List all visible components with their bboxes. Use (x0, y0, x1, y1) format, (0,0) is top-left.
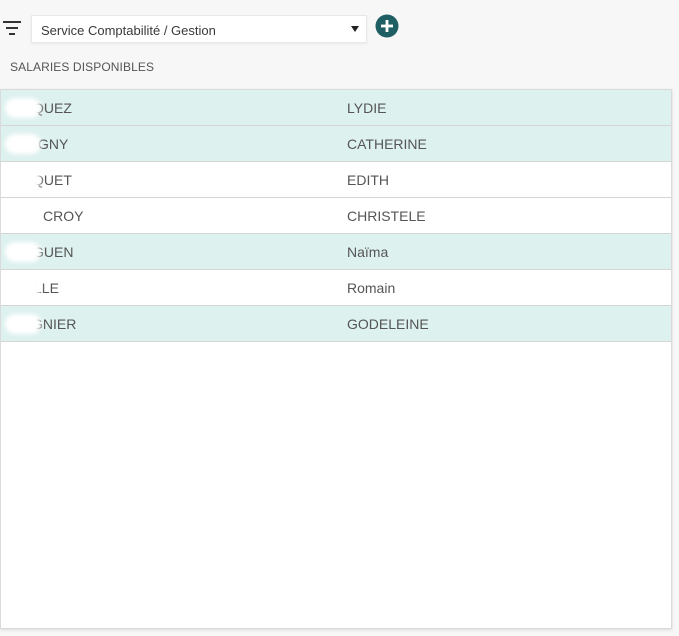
employee-first-name: Naïma (347, 244, 389, 260)
filter-icon[interactable] (2, 18, 22, 38)
redaction-mark (5, 98, 41, 118)
service-select[interactable]: Service Comptabilité / Gestion (31, 15, 367, 43)
employee-first-name: LYDIE (347, 100, 387, 116)
employee-row[interactable]: GUEN Naïma (1, 234, 671, 270)
app-root: Service Comptabilité / Gestion SALARIES … (0, 0, 679, 636)
add-circle-icon[interactable] (375, 14, 399, 38)
redaction-mark (5, 242, 41, 262)
redaction-mark (5, 206, 41, 226)
employee-first-name: CATHERINE (347, 136, 427, 152)
employee-last-name: GNY (38, 136, 69, 152)
redaction-mark (5, 170, 41, 190)
employee-row[interactable]: LLE Romain (1, 270, 671, 306)
redaction-mark (5, 314, 41, 334)
employee-row[interactable]: GNY CATHERINE (1, 126, 671, 162)
employee-first-name: Romain (347, 280, 396, 296)
employee-row[interactable]: QUET EDITH (1, 162, 671, 198)
employee-last-name: CROY (43, 208, 84, 224)
employee-row[interactable]: GNIER GODELEINE (1, 306, 671, 342)
employee-first-name: CHRISTELE (347, 208, 426, 224)
employee-list: QUEZ LYDIE GNY CATHERINE QUET EDITH CROY… (0, 89, 672, 629)
caret-down-icon (351, 26, 359, 32)
redaction-mark (5, 134, 41, 154)
employee-row[interactable]: QUEZ LYDIE (1, 90, 671, 126)
employee-first-name: EDITH (347, 172, 389, 188)
service-select-value: Service Comptabilité / Gestion (41, 23, 216, 38)
employee-row[interactable]: CROY CHRISTELE (1, 198, 671, 234)
section-title: SALARIES DISPONIBLES (10, 60, 155, 74)
employee-first-name: GODELEINE (347, 316, 429, 332)
redaction-mark (5, 278, 41, 298)
